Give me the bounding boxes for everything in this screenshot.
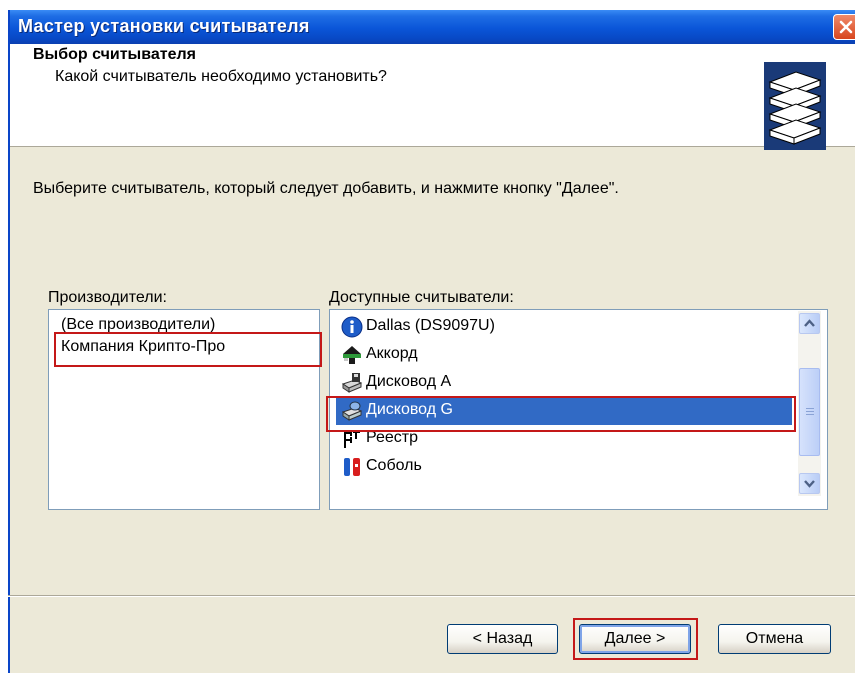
- floppy-drive-icon: [341, 373, 363, 393]
- cancel-button[interactable]: Отмена: [718, 624, 831, 654]
- reader-label: Dallas (DS9097U): [366, 317, 495, 334]
- sobol-icon: [344, 458, 360, 476]
- readers-label: Доступные считыватели:: [329, 289, 514, 306]
- page-subtitle: Какой считыватель необходимо установить?: [55, 68, 387, 85]
- info-icon: [341, 316, 363, 338]
- reader-item-floppy-a[interactable]: Дисковод A: [336, 369, 792, 397]
- back-button[interactable]: < Назад: [447, 624, 558, 654]
- reader-item-dallas[interactable]: Dallas (DS9097U): [336, 313, 792, 341]
- close-icon: [839, 20, 853, 34]
- grip-icon: [806, 408, 814, 415]
- title-bar[interactable]: Мастер установки считывателя: [10, 10, 855, 44]
- reader-label: Аккорд: [366, 345, 418, 362]
- reader-item-accord[interactable]: Аккорд: [336, 341, 792, 369]
- reader-label: Соболь: [366, 457, 422, 474]
- reader-highlight-box: [326, 396, 796, 432]
- scroll-thumb[interactable]: [799, 368, 820, 456]
- card-reader-stack-icon: [764, 62, 826, 150]
- scroll-up-button[interactable]: [799, 313, 820, 334]
- scroll-down-button[interactable]: [799, 473, 820, 494]
- reader-item-sobol[interactable]: Соболь: [336, 453, 792, 481]
- chevron-up-icon: [804, 319, 815, 327]
- window-title: Мастер установки считывателя: [18, 16, 310, 36]
- page-title: Выбор считывателя: [33, 46, 196, 63]
- reader-label: Дисковод A: [366, 373, 452, 390]
- close-button[interactable]: [833, 14, 855, 40]
- manufacturer-highlight-box: [54, 332, 322, 367]
- footer-divider: [8, 595, 855, 597]
- instruction-text: Выберите считыватель, который следует до…: [33, 180, 619, 197]
- chevron-down-icon: [804, 480, 815, 488]
- next-highlight-box: [573, 618, 698, 660]
- manufacturers-label: Производители:: [48, 289, 167, 306]
- readers-scrollbar[interactable]: [798, 311, 821, 496]
- accord-icon: [343, 346, 361, 364]
